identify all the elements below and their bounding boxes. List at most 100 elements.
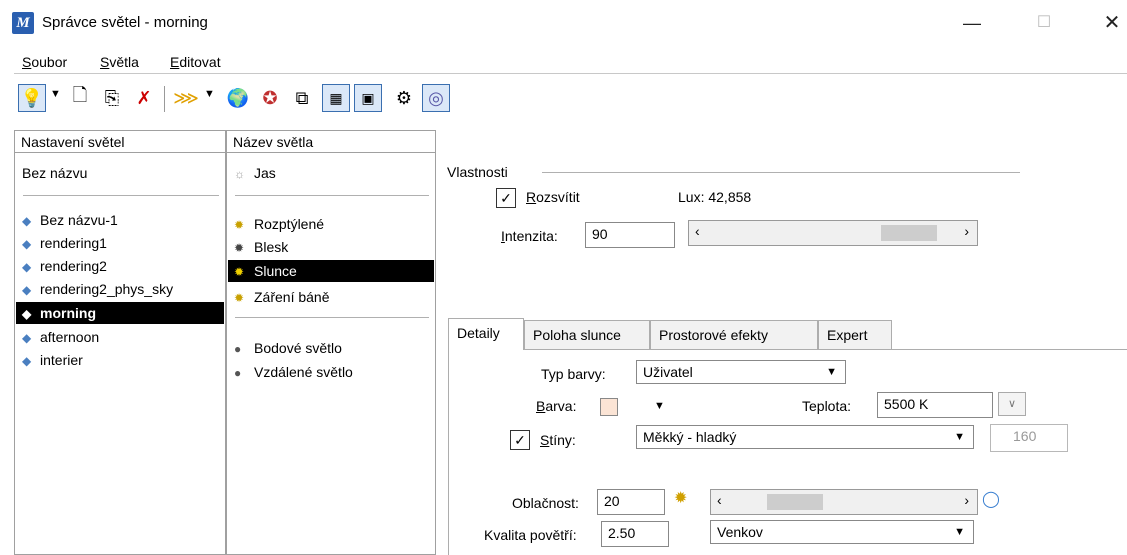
light-rays-icon[interactable]: ⋙ <box>172 84 200 112</box>
window-title: Správce světel - morning <box>42 14 208 31</box>
light-bulb-icon[interactable]: 💡 <box>18 84 46 112</box>
temperature-label: Teplota: <box>802 398 852 414</box>
compass-icon[interactable]: ✪ <box>256 84 284 112</box>
cloudiness-input[interactable]: 20 <box>597 489 665 515</box>
export-icon[interactable]: ⧉ <box>288 84 316 112</box>
temperature-input[interactable]: 5500 K <box>877 392 993 418</box>
intensity-slider[interactable]: ‹ › <box>688 220 978 246</box>
scroll-right-icon[interactable]: › <box>964 223 969 239</box>
setup-icon: ◆ <box>22 307 32 321</box>
air-quality-input[interactable]: 2.50 <box>601 521 669 547</box>
list-item[interactable]: ◆ afternoon <box>16 326 99 348</box>
list-item[interactable]: ◆ Bez názvu-1 <box>16 209 118 231</box>
list-item[interactable]: ☼ Jas <box>228 162 276 184</box>
light-names-header: Název světla <box>227 131 435 153</box>
title-bar: M Správce světel - morning — ☐ ✕ <box>0 0 1127 50</box>
tab-details[interactable]: Detaily <box>448 318 524 350</box>
color-swatch[interactable] <box>600 398 618 416</box>
minimize-button[interactable]: — <box>950 8 994 38</box>
intensity-label: Intenzita: <box>501 228 558 244</box>
list-item[interactable]: ✹ Rozptýlené <box>228 213 324 235</box>
spot-light-icon: ● <box>234 342 242 356</box>
copy-icon[interactable]: ⎘ <box>98 84 126 112</box>
list-item-selected[interactable]: ✹ Slunce <box>228 260 434 282</box>
cloudiness-label: Oblačnost: <box>512 495 579 511</box>
scroll-left-icon[interactable]: ‹ <box>695 223 700 239</box>
air-type-select[interactable]: Venkov ▼ <box>710 520 974 544</box>
distant-light-icon: ● <box>234 366 242 380</box>
list-item[interactable]: ◆ rendering2 <box>16 255 107 277</box>
tab-expert[interactable]: Expert <box>818 320 892 350</box>
properties-group-title: Vlastnosti <box>447 164 508 180</box>
chevron-down-icon: ▼ <box>826 366 837 378</box>
settings-icon[interactable]: ⚙ <box>390 84 418 112</box>
properties-view-icon[interactable]: ▣ <box>354 84 382 112</box>
scroll-right-icon[interactable]: › <box>964 492 969 508</box>
shadow-samples-input: 160 <box>990 424 1068 452</box>
list-item[interactable]: ● Bodové světlo <box>228 337 342 359</box>
slider-thumb[interactable] <box>767 494 823 510</box>
tab-panel-border <box>448 349 1127 350</box>
sun-icon: ✹ <box>234 265 245 279</box>
list-item[interactable]: ✹ Blesk <box>228 236 288 258</box>
cloud-icon: ◯ <box>982 491 1000 508</box>
list-item-top[interactable]: Bez názvu <box>16 162 87 184</box>
chevron-down-icon[interactable]: ▼ <box>50 88 61 100</box>
list-item[interactable]: ◆ rendering1 <box>16 232 107 254</box>
sun-outline-icon: ☼ <box>234 167 245 181</box>
air-quality-label: Kvalita povětří: <box>484 527 577 543</box>
enable-label: Rozsvítit <box>526 189 580 205</box>
light-setups-list: Nastavení světel Bez názvu ◆ Bez názvu-1 … <box>14 130 226 555</box>
setup-icon: ◆ <box>22 214 32 228</box>
list-item[interactable]: ◆ interier <box>16 349 83 371</box>
enable-checkbox[interactable]: ✓ <box>496 188 516 208</box>
temperature-dropdown[interactable]: ∨ <box>998 392 1026 416</box>
tab-sun-position[interactable]: Poloha slunce <box>524 320 650 350</box>
menu-bar: Soubor Světla Editovat <box>14 52 1127 74</box>
shadows-select[interactable]: Měkký - hladký ▼ <box>636 425 974 449</box>
menu-editovat[interactable]: Editovat <box>170 54 221 70</box>
chevron-down-icon: ▼ <box>954 431 965 443</box>
sky-dome-icon: ✹ <box>234 291 245 305</box>
globe-icon[interactable]: 🌍 <box>224 84 252 112</box>
light-names-list: Název světla ☼ Jas ✹ Rozptýlené ✹ Blesk ✹ Sl… <box>226 130 436 555</box>
properties-group-line <box>542 172 1020 173</box>
chevron-down-icon[interactable]: ▼ <box>654 400 665 412</box>
menu-soubor[interactable]: Soubor <box>22 54 67 70</box>
light-setups-header: Nastavení světel <box>15 131 225 153</box>
setup-icon: ◆ <box>22 260 32 274</box>
close-button[interactable]: ✕ <box>1090 8 1127 38</box>
color-type-select[interactable]: Uživatel ▼ <box>636 360 846 384</box>
cloudiness-slider[interactable]: ‹ › <box>710 489 978 515</box>
lux-readout: Lux: 42,858 <box>678 189 752 205</box>
list-item[interactable]: ◆ rendering2_phys_sky <box>16 278 173 300</box>
color-type-label: Typ barvy: <box>541 366 606 382</box>
chevron-down-icon[interactable]: ▼ <box>204 88 215 100</box>
grid-view-icon[interactable]: ▦ <box>322 84 350 112</box>
toolbar: 💡 ▼ 🗋 ⎘ ✗ ⋙ ▼ 🌍 ✪ ⧉ ▦ ▣ ⚙ ◎ <box>14 80 1127 122</box>
color-label: Barva: <box>536 398 577 414</box>
delete-icon[interactable]: ✗ <box>130 84 158 112</box>
setup-icon: ◆ <box>22 283 32 297</box>
sphere-icon[interactable]: ◎ <box>422 84 450 112</box>
tab-spatial-effects[interactable]: Prostorové efekty <box>650 320 818 350</box>
intensity-input[interactable]: 90 <box>585 222 675 248</box>
scroll-left-icon[interactable]: ‹ <box>717 492 722 508</box>
menu-svetla[interactable]: Světla <box>100 54 139 70</box>
list-item[interactable]: ● Vzdálené světlo <box>228 361 353 383</box>
flash-icon: ✹ <box>234 241 245 255</box>
slider-thumb[interactable] <box>881 225 937 241</box>
list-item[interactable]: ✹ Záření báně <box>228 286 330 308</box>
new-file-icon[interactable]: 🗋 <box>66 84 94 112</box>
sun-icon: ✹ <box>234 218 245 232</box>
app-icon: M <box>12 12 34 34</box>
list-divider <box>235 195 429 196</box>
shadows-label: Stíny: <box>540 432 576 448</box>
toolbar-separator <box>164 86 165 112</box>
list-item-selected[interactable]: ◆ morning <box>16 302 224 324</box>
sun-icon: ✹ <box>674 490 688 507</box>
shadows-checkbox[interactable]: ✓ <box>510 430 530 450</box>
maximize-button[interactable]: ☐ <box>1022 8 1066 38</box>
chevron-down-icon: ▼ <box>954 526 965 538</box>
list-divider <box>23 195 219 196</box>
